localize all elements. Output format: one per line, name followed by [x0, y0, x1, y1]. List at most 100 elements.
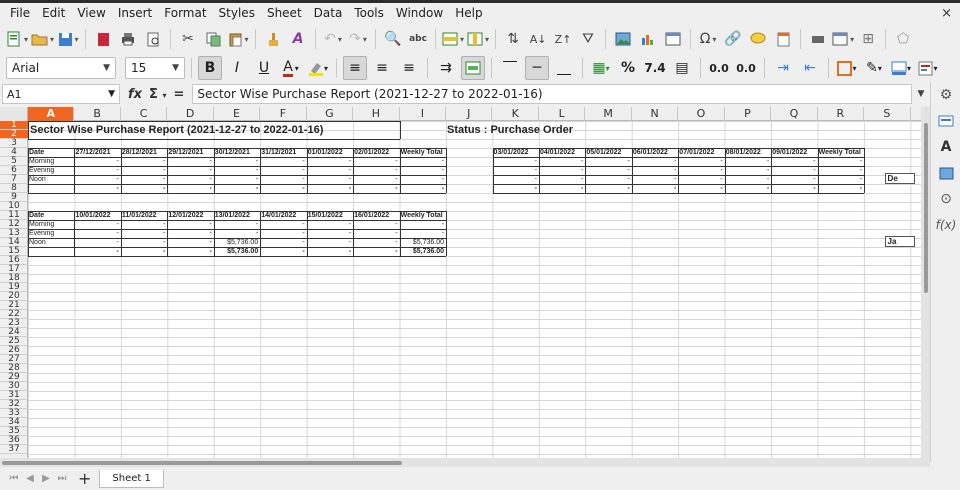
week2-value[interactable]: -: [819, 175, 864, 184]
menu-insert[interactable]: Insert: [112, 3, 158, 24]
week3-value[interactable]: -: [308, 220, 353, 229]
week3-value[interactable]: -: [75, 220, 120, 229]
week2-date-header[interactable]: 05/01/2022: [586, 148, 631, 157]
function-wizard-icon[interactable]: fx: [128, 87, 142, 102]
column-header-o[interactable]: O: [678, 107, 725, 121]
menu-file[interactable]: File: [4, 3, 36, 24]
menu-window[interactable]: Window: [390, 3, 449, 24]
week1-value[interactable]: -: [354, 157, 399, 166]
week1-value[interactable]: -: [168, 175, 213, 184]
week2-value[interactable]: -: [726, 166, 771, 175]
previous-sheet-icon[interactable]: ◀: [22, 473, 38, 484]
week2-value[interactable]: -: [772, 166, 817, 175]
week1-value[interactable]: -: [401, 166, 446, 175]
week3-value[interactable]: -: [122, 247, 167, 256]
week3-value[interactable]: -: [261, 229, 306, 238]
copy-icon[interactable]: [202, 27, 224, 51]
report-title[interactable]: Sector Wise Purchase Report (2021-12-27 …: [30, 121, 402, 139]
row-header-37[interactable]: 37: [0, 445, 28, 454]
week1-row-label[interactable]: Morning: [29, 157, 74, 166]
currency-format-icon[interactable]: ▦ ▾: [589, 56, 613, 80]
week1-value[interactable]: -: [401, 184, 446, 193]
underline-button[interactable]: U: [252, 56, 276, 80]
delete-decimal-icon[interactable]: 0.0: [734, 56, 758, 80]
week2-value[interactable]: -: [772, 175, 817, 184]
week3-value[interactable]: -: [168, 229, 213, 238]
border-color-icon[interactable]: ▾: [889, 56, 913, 80]
horizontal-scrollbar[interactable]: [0, 458, 930, 467]
column-header-p[interactable]: P: [725, 107, 772, 121]
special-character-icon[interactable]: Ω ▾: [697, 27, 719, 51]
number-format-button[interactable]: 7.4: [643, 56, 667, 80]
week2-value[interactable]: -: [586, 157, 631, 166]
week1-value[interactable]: -: [75, 166, 120, 175]
autofilter-icon[interactable]: ⛛: [577, 27, 599, 51]
week2-date-header[interactable]: 07/01/2022: [679, 148, 724, 157]
week3-value[interactable]: $5,736.00: [401, 238, 446, 247]
week3-value[interactable]: -: [308, 238, 353, 247]
week1-value[interactable]: -: [308, 157, 353, 166]
week3-value[interactable]: -: [122, 220, 167, 229]
week1-value[interactable]: -: [122, 157, 167, 166]
week1-value[interactable]: -: [215, 175, 260, 184]
week2-value[interactable]: -: [586, 175, 631, 184]
week3-value[interactable]: -: [75, 238, 120, 247]
column-header-d[interactable]: D: [167, 107, 214, 121]
week2-value[interactable]: -: [679, 175, 724, 184]
new-document-icon[interactable]: ▾: [6, 27, 28, 51]
header-footer-icon[interactable]: [772, 27, 794, 51]
redo-icon[interactable]: ↷ ▾: [347, 27, 369, 51]
italic-button[interactable]: I: [225, 56, 249, 80]
week3-value[interactable]: -: [215, 220, 260, 229]
week3-value[interactable]: -: [261, 238, 306, 247]
print-icon[interactable]: [117, 27, 139, 51]
week3-value[interactable]: -: [354, 229, 399, 238]
font-size-box[interactable]: 15 ▼: [125, 57, 185, 79]
week3-value[interactable]: -: [401, 220, 446, 229]
column-header-r[interactable]: R: [818, 107, 865, 121]
hyperlink-icon[interactable]: 🔗: [722, 27, 744, 51]
week3-date-header[interactable]: 15/01/2022: [308, 211, 353, 220]
print-preview-icon[interactable]: [142, 27, 164, 51]
week2-value[interactable]: -: [494, 166, 539, 175]
week1-row-label[interactable]: Noon: [29, 175, 74, 184]
week1-value[interactable]: -: [401, 175, 446, 184]
column-header-e[interactable]: E: [214, 107, 261, 121]
week2-value[interactable]: -: [819, 157, 864, 166]
menu-format[interactable]: Format: [158, 3, 212, 24]
week1-date-label[interactable]: Date: [29, 148, 74, 157]
week1-value[interactable]: -: [75, 157, 120, 166]
week3-date-header[interactable]: 16/01/2022: [354, 211, 399, 220]
column-header-g[interactable]: G: [307, 107, 354, 121]
week3-date-header[interactable]: 11/01/2022: [122, 211, 167, 220]
expand-formula-icon[interactable]: ▼: [912, 84, 930, 104]
show-draw-functions-icon[interactable]: ⬠: [892, 27, 914, 51]
week1-value[interactable]: -: [308, 166, 353, 175]
wrap-text-icon[interactable]: ⇉: [434, 56, 458, 80]
week2-value[interactable]: -: [726, 175, 771, 184]
week1-value[interactable]: -: [215, 157, 260, 166]
week2-weekly-total-header[interactable]: Weekly Total: [819, 148, 864, 157]
week3-value[interactable]: -: [75, 229, 120, 238]
add-sheet-button[interactable]: +: [70, 469, 99, 488]
column-header-b[interactable]: B: [74, 107, 121, 121]
week3-value[interactable]: -: [354, 220, 399, 229]
week3-date-header[interactable]: 13/01/2022: [215, 211, 260, 220]
week1-date-header[interactable]: 27/12/2021: [75, 148, 120, 157]
border-style-icon[interactable]: ✎ ▾: [862, 56, 886, 80]
find-replace-icon[interactable]: 🔍: [382, 27, 404, 51]
cell-area[interactable]: Sector Wise Purchase Report (2021-12-27 …: [28, 121, 921, 458]
font-color-button[interactable]: A ▾: [279, 56, 303, 80]
week1-value[interactable]: -: [122, 175, 167, 184]
increase-indent-icon[interactable]: ⇥: [771, 56, 795, 80]
insert-image-icon[interactable]: [612, 27, 634, 51]
sidebar-functions-icon[interactable]: f(x): [931, 212, 960, 238]
week2-value[interactable]: -: [633, 157, 678, 166]
sum-icon[interactable]: Σ ▾: [149, 87, 166, 102]
open-folder-icon[interactable]: ▾: [31, 27, 54, 51]
spreadsheet-grid[interactable]: ABCDEFGHIJKLMNOPQRS 1 2 3 4 5 6 7 8 9 10 11 12 13 14 1…: [0, 107, 921, 458]
menu-data[interactable]: Data: [308, 3, 349, 24]
sidebar-properties-icon[interactable]: [931, 108, 960, 134]
column-header-m[interactable]: M: [585, 107, 632, 121]
side-label-ja[interactable]: Ja: [884, 236, 915, 247]
